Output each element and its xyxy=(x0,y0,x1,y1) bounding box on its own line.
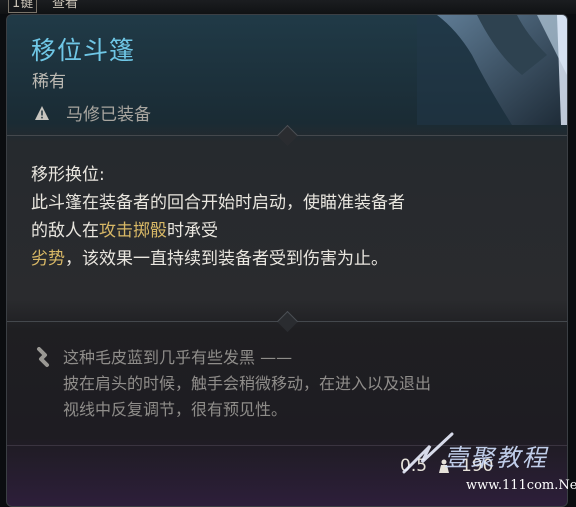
equipped-status: 马修已装备 xyxy=(34,100,151,125)
flavor-line: 视线中反复调节，很有预见性。 xyxy=(63,400,288,419)
watermark-url: www.111com.Net xyxy=(466,478,576,493)
divider-notch xyxy=(276,124,299,147)
flavor-line: 这种毛皮蓝到几乎有些发黑 —— xyxy=(63,348,293,367)
hint-key: 1键 xyxy=(8,0,38,13)
flavor-lines: 披在肩头的时候，触手会稍微移动，在进入以及退出 视线中反复调节，很有预见性。 xyxy=(35,371,555,423)
watermark: 壹聚教程 www.111com.Net xyxy=(396,428,576,500)
ability-text: 时承受 xyxy=(167,221,218,241)
quote-icon xyxy=(37,347,49,367)
item-name: 移位斗篷 xyxy=(31,36,136,65)
warning-icon xyxy=(35,105,49,120)
ability-name: 移形换位: xyxy=(31,165,105,185)
item-rarity: 稀有 xyxy=(32,72,66,92)
watermark-title: 壹聚教程 xyxy=(444,444,548,472)
flavor-text: 这种毛皮蓝到几乎有些发黑 —— 披在肩头的时候，触手会稍微移动，在进入以及退出 … xyxy=(35,345,555,423)
ability-text: ，该效果一直持续到装备者受到伤害为止。 xyxy=(65,249,388,269)
equipped-text: 马修已装备 xyxy=(66,105,151,125)
ability-description: 移形换位: 此斗篷在装备者的回合开始时启动，使瞄准装备者的敌人在攻击掷骰时承受劣… xyxy=(31,161,411,273)
hint-bar: 1键 查看 xyxy=(0,0,576,14)
flavor-line: 披在肩头的时候，触手会稍微移动，在进入以及退出 xyxy=(63,374,432,393)
cloak-art xyxy=(417,15,567,125)
keyword-attack-roll[interactable]: 攻击掷骰 xyxy=(99,221,167,241)
keyword-disadvantage[interactable]: 劣势 xyxy=(31,249,65,269)
hint-label: 查看 xyxy=(52,0,79,11)
ability-text: 此斗篷在装备者的回合开始时启动，使瞄准装备者的敌人在 xyxy=(31,193,405,241)
divider-notch xyxy=(276,310,299,333)
